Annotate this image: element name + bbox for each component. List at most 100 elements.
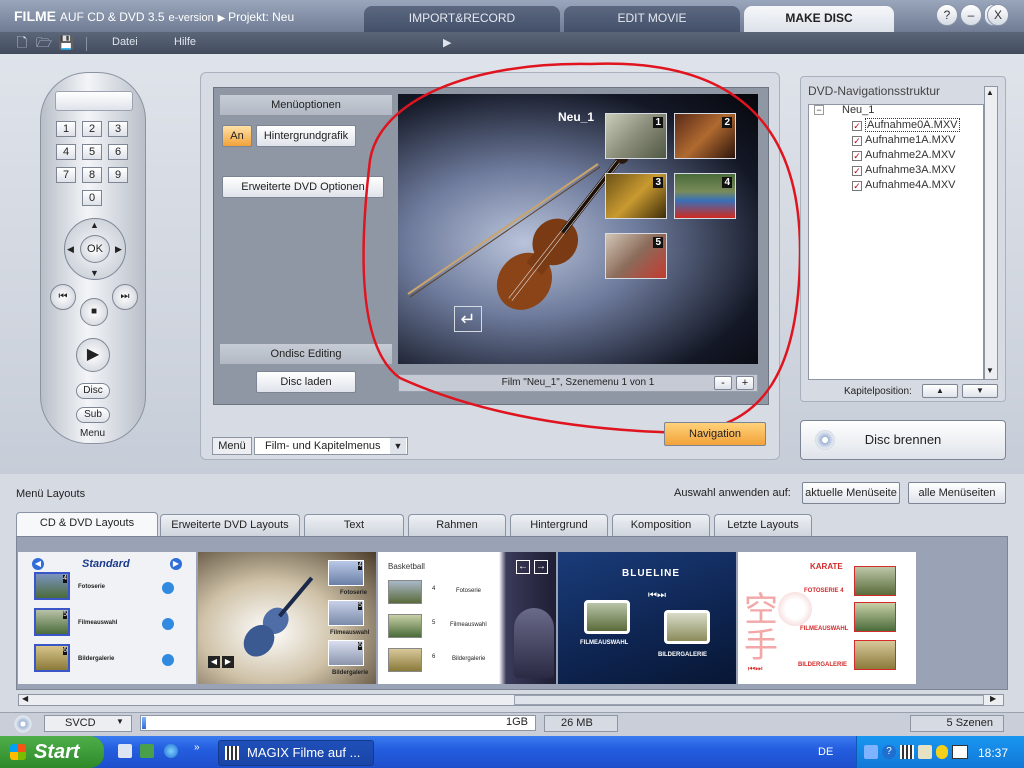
next-icon[interactable]: ▶ xyxy=(222,656,234,668)
apply-all-pages-button[interactable]: alle Menüseiten xyxy=(908,482,1006,504)
apply-current-page-button[interactable]: aktuelle Menüseite xyxy=(802,482,900,504)
language-indicator[interactable]: DE xyxy=(818,746,833,758)
remote-key-8[interactable]: 8 xyxy=(82,167,102,183)
rewind-icon[interactable]: ⏮ xyxy=(50,284,76,310)
prev-icon[interactable]: ◀ xyxy=(208,656,220,668)
checkbox[interactable]: ✓ xyxy=(852,166,862,176)
chapter-down-button[interactable]: ▼ xyxy=(962,384,998,398)
layout-standard[interactable]: ◀ Standard ▶ 4 Fotoserie 5 Filmeauswahl … xyxy=(18,552,196,684)
remote-key-3[interactable]: 3 xyxy=(108,121,128,137)
tab-import-record[interactable]: IMPORT&RECORD xyxy=(364,6,560,32)
layout-tab-cd-dvd[interactable]: CD & DVD Layouts xyxy=(16,512,158,536)
remote-sub-button[interactable]: Sub xyxy=(76,407,110,423)
remote-key-6[interactable]: 6 xyxy=(108,144,128,160)
remote-arrow-up-icon[interactable]: ▲ xyxy=(90,220,99,230)
taskbar-task-magix[interactable]: MAGIX Filme auf ... xyxy=(218,740,374,766)
start-button[interactable]: Start xyxy=(0,736,104,768)
scene-thumbnail[interactable]: 2 xyxy=(674,113,736,159)
remote-key-1[interactable]: 1 xyxy=(56,121,76,137)
tray-security-icon[interactable] xyxy=(936,745,948,759)
remote-ok-button[interactable]: OK xyxy=(80,235,110,263)
chevron-down-icon[interactable]: ▼ xyxy=(390,438,406,454)
layout-tab-composition[interactable]: Komposition xyxy=(612,514,710,536)
next-icon[interactable]: ▶ xyxy=(170,558,182,570)
play-icon[interactable]: ▶ xyxy=(76,338,110,372)
help-button[interactable]: ? xyxy=(936,4,958,26)
playback-icons[interactable]: ⏮⏭ xyxy=(648,590,666,601)
tray-app-icon[interactable] xyxy=(900,745,914,759)
advanced-dvd-options-button[interactable]: Erweiterte DVD Optionen xyxy=(222,176,384,198)
scene-thumbnail[interactable]: 1 xyxy=(605,113,667,159)
background-graphic-button[interactable]: Hintergrundgrafik xyxy=(256,125,356,147)
internet-explorer-icon[interactable] xyxy=(164,744,178,758)
quicklaunch-app-icon[interactable] xyxy=(140,744,154,758)
tree-item[interactable]: ✓ Aufnahme0A.MXV xyxy=(852,118,960,134)
collapse-icon[interactable]: − xyxy=(814,105,824,115)
clock[interactable]: 18:37 xyxy=(978,746,1008,760)
tray-help-icon[interactable]: ? xyxy=(882,745,896,759)
layout-classic[interactable]: 4 Fotoserie 5 Filmeauswahl 6 Bildergaler… xyxy=(198,552,376,684)
menu-preview[interactable]: Neu_1 1 2 3 4 5 ↵ xyxy=(398,94,758,364)
scroll-up-icon[interactable]: ▲ xyxy=(986,88,994,97)
return-icon[interactable]: ↵ xyxy=(454,306,482,332)
tab-edit-movie[interactable]: EDIT MOVIE xyxy=(564,6,740,32)
save-icon[interactable]: 💾 xyxy=(58,35,74,51)
prev-icon[interactable]: ⏮⏭ xyxy=(748,664,762,674)
remote-arrow-right-icon[interactable]: ▶ xyxy=(115,244,122,255)
prev-icon[interactable]: ◀ xyxy=(32,558,44,570)
next-icon[interactable]: → xyxy=(534,560,548,574)
chapter-up-button[interactable]: ▲ xyxy=(922,384,958,398)
scene-thumbnail[interactable]: 4 xyxy=(674,173,736,219)
quicklaunch-app-icon[interactable] xyxy=(118,744,132,758)
scroll-left-icon[interactable]: ◀ xyxy=(22,694,28,703)
tree-item[interactable]: ✓ Aufnahme2A.MXV xyxy=(852,149,956,164)
tree-item[interactable]: ✓ Aufnahme1A.MXV xyxy=(852,134,956,149)
checkbox[interactable]: ✓ xyxy=(852,136,862,146)
remote-key-5[interactable]: 5 xyxy=(82,144,102,160)
tray-app-icon[interactable] xyxy=(918,745,932,759)
remote-arrow-left-icon[interactable]: ◀ xyxy=(67,244,74,255)
tray-network-icon[interactable] xyxy=(864,745,878,759)
layout-tab-text[interactable]: Text xyxy=(304,514,404,536)
tray-app-icon[interactable] xyxy=(952,745,968,759)
checkbox[interactable]: ✓ xyxy=(852,151,862,161)
remote-key-0[interactable]: 0 xyxy=(82,190,102,206)
scroll-down-icon[interactable]: ▼ xyxy=(986,366,994,375)
layout-tab-background[interactable]: Hintergrund xyxy=(510,514,608,536)
page-minus-button[interactable]: - xyxy=(714,376,732,390)
close-button[interactable]: X xyxy=(987,4,1009,26)
layout-tab-frames[interactable]: Rahmen xyxy=(408,514,506,536)
burn-disc-button[interactable]: Disc brennen xyxy=(800,420,1006,460)
tree-scrollbar[interactable] xyxy=(984,86,998,380)
layout-karate[interactable]: KARATE 空手 FOTOSERIE 4 FILMEAUSWAHL BILDE… xyxy=(738,552,916,684)
checkbox[interactable]: ✓ xyxy=(852,121,862,131)
remote-key-7[interactable]: 7 xyxy=(56,167,76,183)
forward-icon[interactable]: ⏭ xyxy=(112,284,138,310)
new-file-icon[interactable]: 🗋 xyxy=(14,35,30,51)
quicklaunch-more-icon[interactable]: » xyxy=(194,742,200,753)
remote-arrow-down-icon[interactable]: ▼ xyxy=(90,268,99,278)
scene-thumbnail[interactable]: 3 xyxy=(605,173,667,219)
open-folder-icon[interactable]: 🗁 xyxy=(36,35,52,51)
remote-key-9[interactable]: 9 xyxy=(108,167,128,183)
chevron-down-icon[interactable]: ▼ xyxy=(116,717,124,726)
tree-item[interactable]: ✓ Aufnahme3A.MXV xyxy=(852,164,956,179)
minimize-button[interactable]: – xyxy=(960,4,982,26)
menu-on-button[interactable]: An xyxy=(222,125,252,147)
tree-root[interactable]: − Neu_1 xyxy=(814,104,874,119)
remote-disc-button[interactable]: Disc xyxy=(76,383,110,399)
checkbox[interactable]: ✓ xyxy=(852,181,862,191)
remote-key-4[interactable]: 4 xyxy=(56,144,76,160)
disc-icon[interactable] xyxy=(14,715,32,733)
tab-make-disc[interactable]: MAKE DISC xyxy=(744,6,894,32)
stop-icon[interactable]: ■ xyxy=(80,298,108,326)
layout-tab-advanced-dvd[interactable]: Erweiterte DVD Layouts xyxy=(160,514,300,536)
layout-tab-recent[interactable]: Letzte Layouts xyxy=(714,514,812,536)
layout-basketball[interactable]: Basketball ← → 4 Fotoserie 5 Filmeauswah… xyxy=(378,552,556,684)
menu-datei[interactable]: Datei xyxy=(112,36,138,48)
scroll-right-icon[interactable]: ▶ xyxy=(990,694,996,703)
load-disc-button[interactable]: Disc laden xyxy=(256,371,356,393)
menu-type-select[interactable]: Film- und Kapitelmenus xyxy=(254,437,408,455)
menu-arrow-icon[interactable]: ▶ xyxy=(443,36,451,49)
navigation-button[interactable]: Navigation xyxy=(664,422,766,446)
